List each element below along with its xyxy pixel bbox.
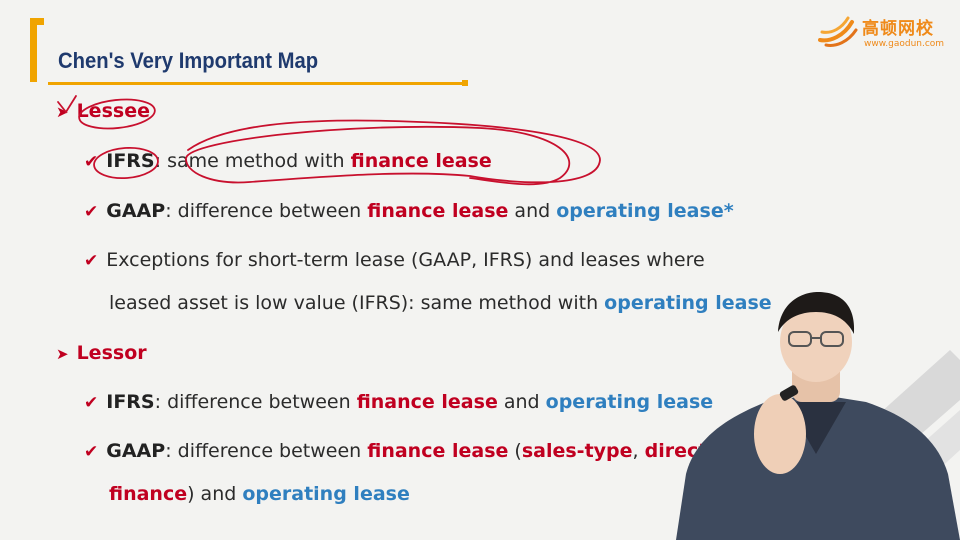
lessor-gaap-finance2: finance [109,483,188,505]
lessee-ifrs-keyword: IFRS [106,150,155,172]
lessee-gaap-text: : difference between [165,200,368,222]
check-icon: ✔ [84,202,99,222]
lessor-gaap-keyword: GAAP [106,440,166,462]
lessor-ifrs-row: ✔ IFRS: difference between finance lease … [84,391,713,413]
lessee-exceptions-line2: leased asset is low value (IFRS): same m… [109,292,605,314]
logo-url: www.gaodun.com [864,39,945,49]
title-underline [48,82,464,85]
lessee-gaap-operating: operating lease* [556,200,734,222]
lessee-heading: Lessee [76,100,150,122]
lessee-gaap-row: ✔ GAAP: difference between finance lease … [84,200,734,222]
lessee-heading-row: ➤ Lessee [56,100,150,122]
lessor-gaap-row2: finance) and operating lease [109,483,410,505]
lessor-ifrs-text: : difference between [154,391,357,413]
lessor-ifrs-and: and [497,391,546,413]
lessee-ifrs-finance: finance lease [350,150,492,172]
lessor-heading-row: ➤ Lessor [56,342,147,364]
lessor-ifrs-finance: finance lease [356,391,498,413]
lessee-exceptions-row2: leased asset is low value (IFRS): same m… [109,292,772,314]
arrow-bullet-icon: ➤ [56,345,69,363]
lessor-gaap-finance: finance lease [367,440,509,462]
title-bracket [30,18,44,82]
brand-logo: 高顿网校 www.gaodun.com [818,10,948,54]
lessee-ifrs-row: ✔ IFRS: same method with finance lease [84,150,492,172]
lessor-gaap-text: : difference between [165,440,368,462]
logo-name: 高顿网校 [862,19,934,39]
lessor-gaap-comma: , [632,440,645,462]
lessor-heading: Lessor [76,342,147,364]
lessee-ifrs-text: : same method with [154,150,351,172]
presenter-video [676,292,960,540]
lessee-gaap-keyword: GAAP [106,200,166,222]
check-icon: ✔ [84,251,99,271]
title-underline-dot [462,80,468,86]
lessee-gaap-finance: finance lease [367,200,509,222]
lecture-slide: Chen's Very Important Map 高顿网校 www.gaodu… [0,0,960,540]
lessee-exceptions-row: ✔ Exceptions for short-term lease (GAAP, … [84,249,705,271]
lessor-gaap-sales-type: sales-type [521,440,633,462]
lessee-exceptions-line1: Exceptions for short-term lease (GAAP, I… [106,249,705,271]
lessor-gaap-row: ✔ GAAP: difference between finance lease … [84,440,707,462]
lessor-gaap-and: ) and [187,483,243,505]
check-icon: ✔ [84,393,99,413]
lessor-gaap-operating: operating lease [242,483,410,505]
lessor-ifrs-keyword: IFRS [106,391,155,413]
slide-title: Chen's Very Important Map [58,48,319,73]
check-icon: ✔ [84,442,99,462]
logo-swoosh-icon [818,16,858,47]
arrow-bullet-icon: ➤ [56,103,69,121]
check-icon: ✔ [84,152,99,172]
lessor-gaap-paren: ( [508,440,522,462]
lessee-gaap-and: and [508,200,557,222]
